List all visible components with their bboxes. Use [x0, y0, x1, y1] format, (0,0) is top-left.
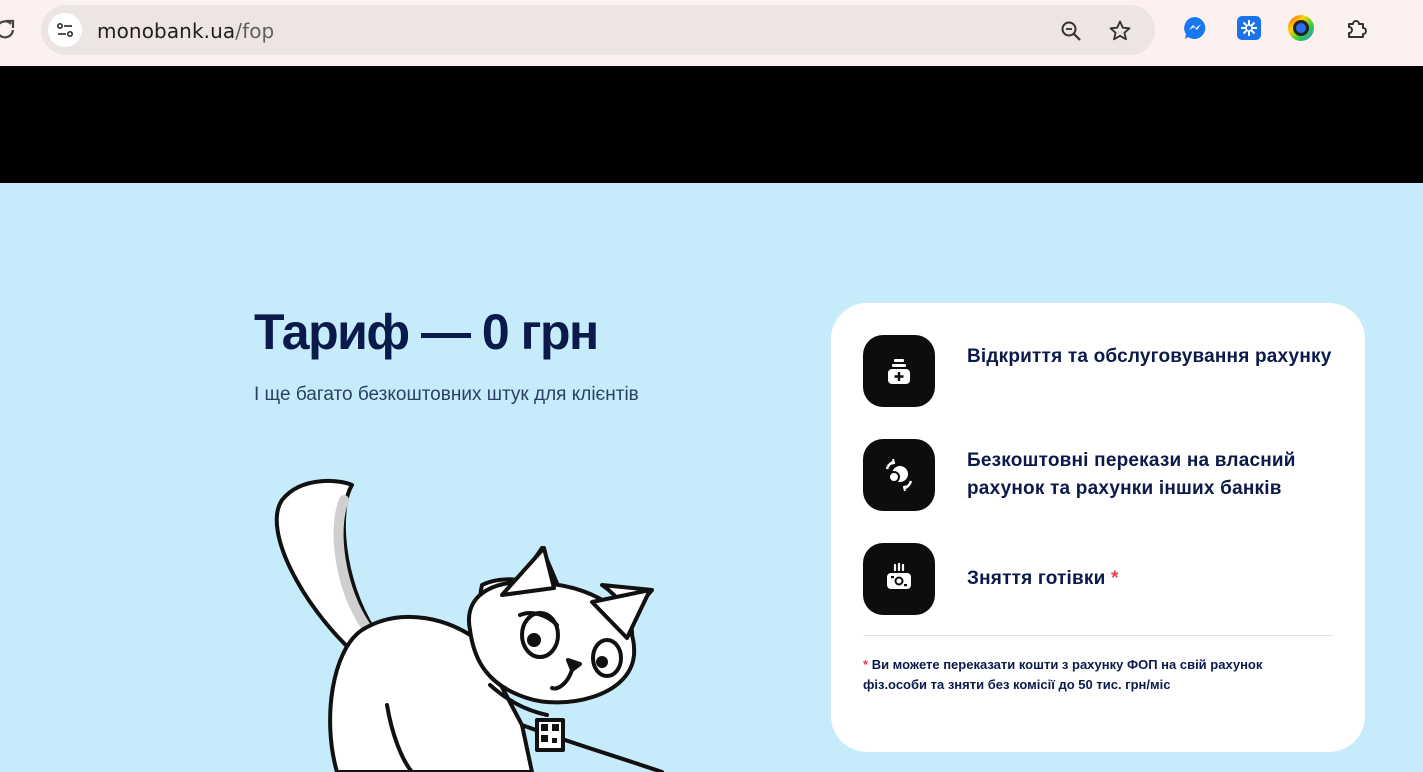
feature-label-cash: Зняття готівки *	[967, 565, 1337, 593]
extensions-puzzle-icon[interactable]	[1342, 13, 1372, 43]
zoom-icon[interactable]	[1058, 18, 1084, 44]
address-bar[interactable]: monobank.ua/fop	[41, 5, 1155, 55]
url-host: monobank.ua	[97, 19, 236, 43]
messenger-extension-icon[interactable]	[1180, 13, 1210, 43]
footnote-text: Ви можете переказати кошти з рахунку ФОП…	[863, 657, 1263, 692]
snowflake-extension-icon[interactable]	[1234, 13, 1264, 43]
tariff-card: Відкриття та обслуговування рахунку Безк…	[831, 303, 1365, 752]
url-text[interactable]: monobank.ua/fop	[97, 19, 274, 43]
feature-label-cash-text: Зняття готівки	[967, 568, 1106, 589]
reload-icon[interactable]	[0, 18, 16, 40]
footnote-asterisk: *	[863, 657, 869, 672]
cat-illustration	[262, 470, 682, 772]
coins-transfer-icon	[863, 439, 935, 511]
card-divider	[863, 635, 1333, 636]
wallet-plus-icon	[863, 335, 935, 407]
browser-toolbar: monobank.ua/fop	[0, 0, 1423, 66]
cash-withdraw-icon	[863, 543, 935, 615]
site-info-icon[interactable]	[48, 13, 82, 47]
page-banner	[0, 66, 1423, 183]
footnote: * Ви можете переказати кошти з рахунку Ф…	[863, 655, 1323, 695]
url-path: /fop	[235, 19, 275, 43]
feature-label-transfers: Безкоштовні перекази на власний рахунок …	[967, 450, 1296, 499]
color-picker-extension-icon[interactable]	[1286, 13, 1316, 43]
asterisk-mark: *	[1110, 568, 1119, 589]
feature-label-account: Відкриття та обслуговування рахунку	[967, 346, 1332, 367]
page-subtitle: І ще багато безкоштовних штук для клієнт…	[254, 384, 639, 405]
bookmark-star-icon[interactable]	[1107, 18, 1133, 44]
page-title: Тариф — 0 грн	[254, 304, 599, 360]
